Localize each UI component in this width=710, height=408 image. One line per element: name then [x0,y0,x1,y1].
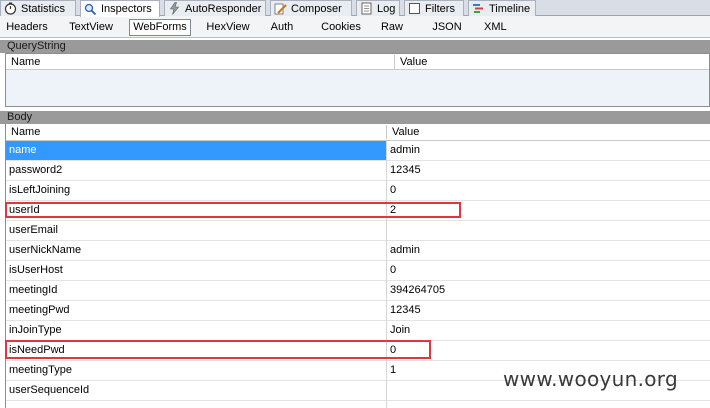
querystring-section-header: QueryString [0,40,710,53]
tab-raw[interactable]: Raw [378,19,406,36]
cell-name[interactable]: password2 [6,161,386,180]
cell-value[interactable]: 12345 [387,301,710,320]
table-row[interactable]: inJoinType Join [6,321,710,341]
table-row[interactable]: isUserHost 0 [6,261,710,281]
tab-label: Filters [425,2,455,15]
querystring-grid-header: Name Value [6,54,709,70]
cell-name[interactable]: userId [6,201,386,220]
cell-name[interactable]: isNeedPwd [6,341,386,360]
cell-value[interactable] [387,221,710,240]
cell-name[interactable]: meetingPwd [6,301,386,320]
tab-composer[interactable]: Composer [270,0,352,16]
cell-name[interactable]: userEmail [6,221,386,240]
tab-autoresponder[interactable]: AutoResponder [164,0,266,16]
cell-name[interactable]: inJoinType [6,321,386,340]
timeline-icon [472,2,485,15]
table-row[interactable]: isLeftJoining 0 [6,181,710,201]
cell-value[interactable]: admin [387,241,710,260]
tab-inspectors[interactable]: Inspectors [80,0,160,17]
tab-label: AutoResponder [185,2,262,15]
table-row[interactable]: meetingId 394264705 [6,281,710,301]
tab-headers[interactable]: Headers [3,19,51,36]
watermark-text: www.wooyun.org [503,367,678,391]
cell-name[interactable]: isLeftJoining [6,181,386,200]
cell-name[interactable]: isUserHost [6,261,386,280]
cell-name[interactable]: name [6,141,386,160]
querystring-grid[interactable]: Name Value [5,53,710,107]
tab-hexview[interactable]: HexView [202,19,254,36]
tab-label: Composer [291,2,342,15]
column-header-name[interactable]: Name [6,54,394,70]
column-header-name[interactable]: Name [6,124,386,140]
cell-name[interactable]: userNickName [6,241,386,260]
checkbox-icon [408,2,421,15]
inspector-sub-tab-bar: Headers TextView WebForms HexView Auth C… [0,16,710,38]
lightning-icon [168,2,181,15]
tab-label: Statistics [21,2,66,15]
magnifier-icon [84,3,97,16]
body-grid-header: Name Value [6,124,710,141]
tab-json[interactable]: JSON [431,19,463,36]
tab-filters[interactable]: Filters [404,0,464,16]
cell-value[interactable]: Join [387,321,710,340]
cell-value[interactable] [387,401,710,408]
cell-name[interactable]: meetingType [6,361,386,380]
table-row[interactable] [6,401,710,408]
pencil-icon [274,2,287,15]
cell-value[interactable]: 2 [387,201,710,220]
table-row[interactable]: userEmail [6,221,710,241]
table-row[interactable]: userNickName admin [6,241,710,261]
cell-value[interactable]: admin [387,141,710,160]
tab-textview[interactable]: TextView [63,19,119,36]
stopwatch-icon [4,2,17,15]
table-row[interactable]: password2 12345 [6,161,710,181]
tab-log[interactable]: Log [356,0,400,16]
cell-value[interactable]: 394264705 [387,281,710,300]
cell-value[interactable]: 0 [387,261,710,280]
body-grid[interactable]: Name Value name admin password2 12345 isLeft… [5,124,710,408]
tab-statistics[interactable]: Statistics [0,0,76,16]
table-row[interactable]: meetingPwd 12345 [6,301,710,321]
tab-label: Log [377,2,396,15]
tab-webforms[interactable]: WebForms [129,19,191,36]
tab-timeline[interactable]: Timeline [468,0,536,16]
table-row[interactable]: name admin [6,141,710,161]
column-header-value[interactable]: Value [387,124,687,140]
cell-value[interactable]: 0 [387,341,710,360]
cell-name[interactable]: userSequenceId [6,381,386,400]
tab-cookies[interactable]: Cookies [318,19,364,36]
tab-label: Timeline [489,2,531,15]
body-section-header: Body [0,111,710,124]
log-page-icon [360,2,373,15]
cell-name[interactable]: meetingId [6,281,386,300]
cell-value[interactable]: 12345 [387,161,710,180]
column-header-value[interactable]: Value [395,54,695,70]
tab-label: Inspectors [101,3,152,15]
tab-auth[interactable]: Auth [266,19,298,36]
cell-value[interactable]: 0 [387,181,710,200]
cell-name[interactable] [6,401,386,408]
table-row[interactable]: userId 2 [6,201,710,221]
top-tab-bar: Statistics Inspectors AutoResponder Comp… [0,0,710,17]
tab-xml[interactable]: XML [483,19,507,36]
table-row[interactable]: isNeedPwd 0 [6,341,710,361]
